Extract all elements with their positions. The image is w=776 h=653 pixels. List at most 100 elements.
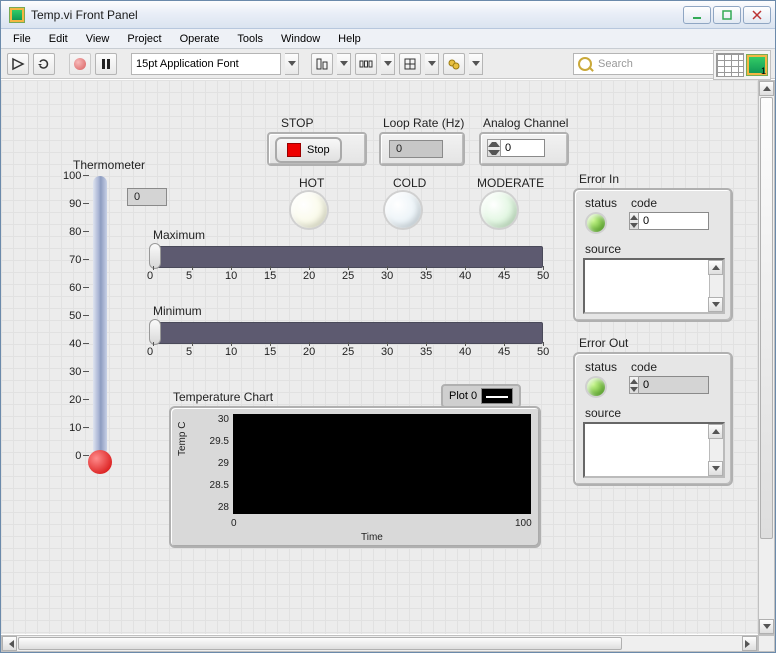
- menu-edit[interactable]: Edit: [41, 31, 76, 47]
- min-thumb[interactable]: [149, 319, 161, 345]
- analog-channel-control[interactable]: 0: [487, 139, 545, 157]
- err-in-source[interactable]: [583, 258, 725, 314]
- search-placeholder: Search: [598, 58, 633, 70]
- analog-title: Analog Channel: [483, 116, 568, 130]
- cold-label: COLD: [393, 176, 426, 190]
- horizontal-scrollbar[interactable]: [1, 635, 758, 652]
- run-button[interactable]: [7, 53, 29, 75]
- align-button[interactable]: [311, 53, 333, 75]
- min-label: Minimum: [153, 304, 202, 318]
- window-title: Temp.vi Front Panel: [31, 8, 683, 22]
- err-out-status-led: [587, 378, 605, 396]
- thermometer-value: 0: [127, 188, 167, 206]
- ytick1: 29.5: [201, 436, 229, 447]
- scroll-corner: [758, 635, 775, 652]
- err-in-code-label: code: [631, 196, 657, 210]
- loop-rate-title: Loop Rate (Hz): [383, 116, 464, 130]
- vi-icon: 1: [746, 54, 768, 76]
- error-out-cluster: status code 0 source: [573, 352, 733, 486]
- err-in-source-label: source: [585, 242, 621, 256]
- analog-value[interactable]: 0: [501, 139, 545, 157]
- ytick4: 28: [201, 502, 229, 513]
- navigation-palette[interactable]: 1: [713, 50, 771, 80]
- menu-tools[interactable]: Tools: [229, 31, 271, 47]
- loop-rate-value[interactable]: 0: [389, 140, 443, 158]
- menu-window[interactable]: Window: [273, 31, 328, 47]
- minimum-slider[interactable]: 05101520253035404550: [153, 322, 543, 346]
- menu-project[interactable]: Project: [119, 31, 169, 47]
- err-out-code: 0: [629, 376, 709, 394]
- distribute-dd-icon[interactable]: [381, 53, 395, 75]
- font-dropdown-icon[interactable]: [285, 53, 299, 75]
- error-out-title: Error Out: [579, 336, 628, 350]
- maximum-slider[interactable]: 05101520253035404550: [153, 246, 543, 270]
- legend-swatch: [481, 388, 513, 404]
- stop-title: STOP: [281, 116, 313, 130]
- front-panel-canvas[interactable]: STOP Stop Loop Rate (Hz) 0 Analog Channe…: [1, 80, 775, 634]
- chart-legend[interactable]: Plot 0: [441, 384, 521, 408]
- menu-operate[interactable]: Operate: [172, 31, 228, 47]
- align-dd-icon[interactable]: [337, 53, 351, 75]
- run-continuous-button[interactable]: [33, 53, 55, 75]
- max-thumb[interactable]: [149, 243, 161, 269]
- reorder-dd-icon[interactable]: [469, 53, 483, 75]
- distribute-button[interactable]: [355, 53, 377, 75]
- thermometer-scale: 100 90 80 70 60 50 40 30 20 10 0: [63, 176, 89, 484]
- ytick3: 28.5: [201, 480, 229, 491]
- err-out-code-value: 0: [639, 376, 709, 394]
- menu-view[interactable]: View: [78, 31, 118, 47]
- chart-title: Temperature Chart: [173, 390, 273, 404]
- search-icon: [578, 57, 592, 71]
- app-icon: [9, 7, 25, 23]
- ytick0: 30: [201, 414, 229, 425]
- app-window: Temp.vi Front Panel File Edit View Proje…: [0, 0, 776, 653]
- menubar: File Edit View Project Operate Tools Win…: [1, 29, 775, 49]
- close-button[interactable]: [743, 6, 771, 24]
- hot-label: HOT: [299, 176, 324, 190]
- titlebar: Temp.vi Front Panel: [1, 1, 775, 29]
- err-in-status-led: [587, 214, 605, 232]
- vertical-scrollbar[interactable]: [758, 80, 775, 635]
- moderate-label: MODERATE: [477, 176, 544, 190]
- thermometer-tube: [93, 176, 107, 456]
- analog-up-icon[interactable]: [488, 140, 500, 148]
- err-in-code[interactable]: 0: [629, 212, 709, 230]
- err-out-code-label: code: [631, 360, 657, 374]
- err-in-code-value[interactable]: 0: [639, 212, 709, 230]
- menu-help[interactable]: Help: [330, 31, 369, 47]
- analog-down-icon[interactable]: [488, 148, 500, 156]
- err-out-source: [583, 422, 725, 478]
- toolbar: 15pt Application Font Search ?: [1, 49, 775, 79]
- reorder-button[interactable]: [443, 53, 465, 75]
- err-out-status-label: status: [585, 360, 617, 374]
- err-out-source-label: source: [585, 406, 621, 420]
- stop-icon: [287, 143, 301, 157]
- resize-button[interactable]: [399, 53, 421, 75]
- grid-icon: [716, 53, 744, 77]
- pause-button[interactable]: [95, 53, 117, 75]
- font-selector[interactable]: 15pt Application Font: [131, 53, 281, 75]
- error-in-title: Error In: [579, 172, 619, 186]
- abort-button[interactable]: [69, 53, 91, 75]
- chart-ylabel: Temp C: [177, 422, 188, 456]
- thermometer-label: Thermometer: [73, 158, 145, 172]
- moderate-led: [481, 192, 517, 228]
- error-in-cluster: status code 0 source: [573, 188, 733, 322]
- resize-dd-icon[interactable]: [425, 53, 439, 75]
- temperature-chart[interactable]: Temp C 30 29.5 29 28.5 28 0 100 Time: [169, 406, 541, 548]
- chart-plot-area: [233, 414, 531, 514]
- chart-xlabel: Time: [361, 532, 383, 543]
- err-in-status-label: status: [585, 196, 617, 210]
- stop-button[interactable]: Stop: [275, 137, 342, 163]
- xtick0: 0: [231, 518, 237, 529]
- chevron-down-icon[interactable]: [630, 223, 638, 228]
- hot-led: [291, 192, 327, 228]
- legend-label: Plot 0: [449, 390, 477, 402]
- font-label: 15pt Application Font: [136, 58, 239, 70]
- chevron-up-icon[interactable]: [630, 215, 638, 220]
- xtick1: 100: [515, 518, 532, 529]
- minimize-button[interactable]: [683, 6, 711, 24]
- maximize-button[interactable]: [713, 6, 741, 24]
- menu-file[interactable]: File: [5, 31, 39, 47]
- stop-button-label: Stop: [307, 144, 330, 156]
